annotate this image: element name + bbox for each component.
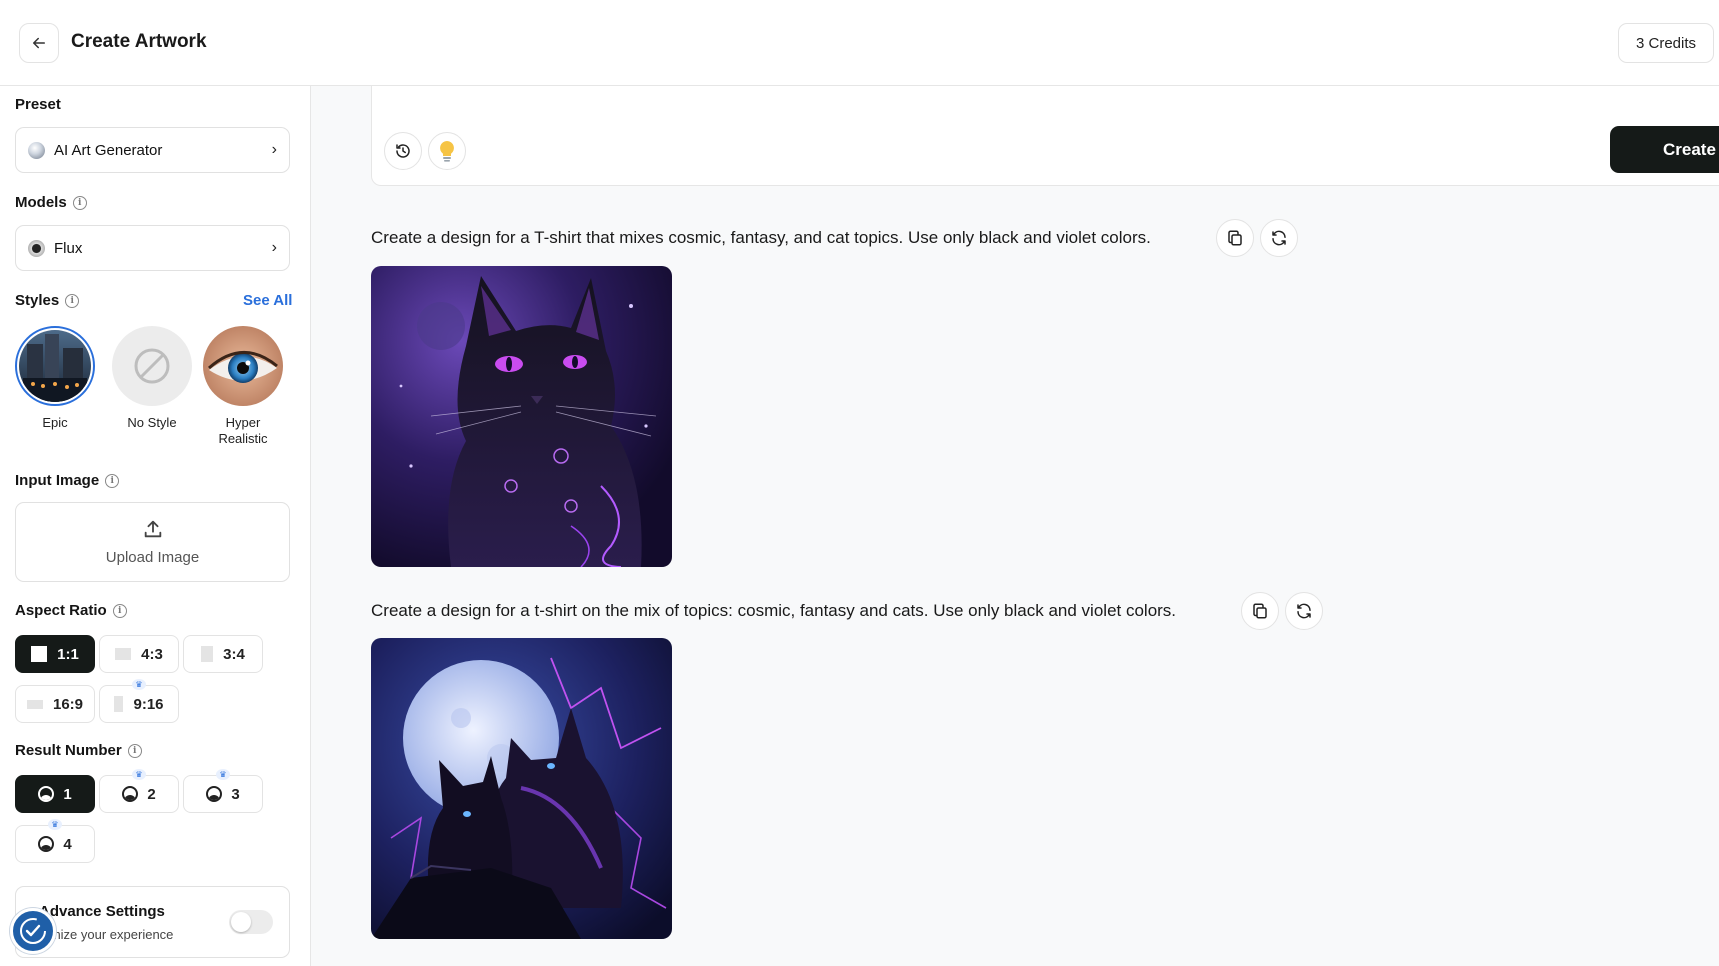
refresh-icon	[1272, 230, 1286, 246]
lightbulb-icon	[440, 141, 454, 162]
top-header: Create Artwork 3 Credits	[0, 0, 1719, 86]
crown-icon: ♛	[48, 819, 62, 830]
info-icon[interactable]: i	[65, 293, 80, 308]
chevron-right-icon: ›	[271, 239, 277, 256]
accessibility-button[interactable]	[10, 908, 56, 954]
arrow-left-icon	[33, 37, 45, 49]
info-icon[interactable]: i	[72, 195, 87, 210]
advanced-settings-subtitle: tomize your experience	[39, 927, 174, 942]
style-label: Epic	[42, 415, 68, 430]
see-all-link[interactable]: See All	[243, 292, 292, 309]
advanced-settings-panel: Advance Settings tomize your experience	[15, 886, 290, 958]
preset-value: AI Art Generator	[54, 141, 163, 159]
aspect-ratio-9-16[interactable]: ♛ 9:16	[99, 679, 179, 723]
aspect-ratio-4-3[interactable]: 4:3	[99, 635, 179, 673]
advanced-settings-toggle[interactable]	[229, 910, 273, 934]
models-label: Models i	[15, 194, 87, 211]
aspect-ratio-1-1[interactable]: 1:1	[15, 635, 95, 673]
upload-icon	[144, 520, 161, 538]
regenerate-button[interactable]	[1285, 592, 1323, 630]
landscape-shape-icon	[115, 648, 132, 660]
page-title: Create Artwork	[71, 31, 207, 52]
preset-label: Preset	[15, 96, 61, 113]
result-image-2[interactable]	[371, 638, 672, 939]
preset-icon	[28, 141, 45, 159]
toggle-knob	[231, 912, 251, 932]
aspect-ratio-3-4[interactable]: 3:4	[183, 635, 263, 673]
result-number-4[interactable]: ♛ 4	[15, 819, 95, 863]
upload-image-label: Upload Image	[105, 549, 200, 566]
upload-image-dropzone[interactable]: Upload Image	[15, 502, 290, 582]
chevron-right-icon: ›	[271, 141, 277, 158]
credits-badge[interactable]: 3 Credits	[1618, 23, 1714, 63]
aspect-ratio-16-9[interactable]: 16:9	[15, 685, 95, 723]
regenerate-button[interactable]	[1260, 219, 1298, 257]
refresh-icon	[1297, 603, 1311, 619]
info-icon[interactable]: i	[112, 603, 127, 618]
image-count-icon	[38, 786, 55, 802]
input-image-label: Input Image i	[15, 472, 120, 489]
image-count-icon	[122, 786, 139, 802]
epic-thumbnail	[15, 326, 95, 406]
prohibited-icon	[134, 348, 170, 384]
crown-icon: ♛	[216, 769, 230, 780]
aspect-ratio-label: Aspect Ratio i	[15, 602, 127, 619]
style-option-no-style[interactable]: No Style	[112, 326, 192, 431]
copy-prompt-button[interactable]	[1216, 219, 1254, 257]
square-shape-icon	[31, 646, 48, 662]
style-option-hyper-realistic[interactable]: Hyper Realistic	[203, 326, 283, 447]
info-icon[interactable]: i	[127, 743, 142, 758]
idea-button[interactable]	[428, 132, 466, 170]
image-count-icon	[38, 836, 55, 852]
hyper-realistic-thumbnail	[203, 326, 283, 406]
tall-shape-icon	[114, 696, 124, 712]
prompt-panel	[371, 86, 1719, 186]
style-option-epic[interactable]: Epic	[15, 326, 95, 431]
image-count-icon	[206, 786, 223, 802]
portrait-shape-icon	[201, 646, 214, 662]
result-number-1[interactable]: 1	[15, 775, 95, 813]
model-selector[interactable]: Flux ›	[15, 225, 290, 271]
result-image-1[interactable]	[371, 266, 672, 567]
crown-icon: ♛	[132, 679, 146, 690]
crown-icon: ♛	[132, 769, 146, 780]
result-number-label: Result Number i	[15, 742, 142, 759]
advanced-settings-title: Advance Settings	[39, 903, 165, 920]
wide-shape-icon	[26, 699, 43, 709]
result-prompt-2: Create a design for a t-shirt on the mix…	[371, 601, 1177, 620]
model-icon	[28, 239, 45, 257]
style-label: No Style	[127, 415, 177, 430]
result-number-2[interactable]: ♛ 2	[99, 769, 179, 813]
settings-sidebar: Preset AI Art Generator › Models i Flux ›…	[0, 86, 311, 966]
copy-prompt-button[interactable]	[1241, 592, 1279, 630]
create-button[interactable]: Create	[1610, 126, 1719, 173]
styles-label: Styles i	[15, 292, 80, 309]
style-label: Hyper Realistic	[218, 415, 268, 446]
result-number-3[interactable]: ♛ 3	[183, 769, 263, 813]
history-button[interactable]	[384, 132, 422, 170]
copy-icon	[1228, 230, 1242, 246]
no-style-thumbnail	[112, 326, 192, 406]
accessibility-icon	[20, 918, 46, 944]
copy-icon	[1253, 603, 1267, 619]
history-icon	[396, 144, 410, 158]
result-prompt-1: Create a design for a T-shirt that mixes…	[371, 228, 1151, 247]
back-button[interactable]	[19, 23, 59, 63]
preset-selector[interactable]: AI Art Generator ›	[15, 127, 290, 173]
model-value: Flux	[54, 239, 83, 257]
info-icon[interactable]: i	[105, 473, 120, 488]
